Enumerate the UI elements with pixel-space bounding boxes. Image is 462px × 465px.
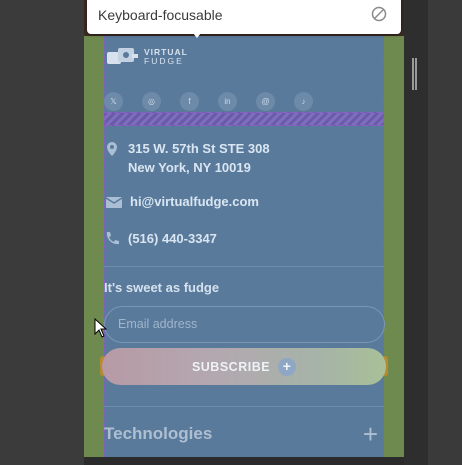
left-gutter bbox=[0, 0, 84, 465]
outline-right bbox=[383, 36, 384, 457]
page-viewport: VIRTUAL FUDGE 𝕏 ◎ f in @ ♪ 315 W. 57th S… bbox=[84, 0, 404, 457]
accessibility-tooltip: Keyboard-focusable bbox=[87, 0, 401, 38]
accordion-title: Technologies bbox=[104, 424, 213, 443]
linkedin-icon[interactable]: in bbox=[218, 92, 237, 111]
location-pin-icon bbox=[107, 142, 117, 156]
address-line2: New York, NY 10019 bbox=[128, 160, 251, 175]
social-links: 𝕏 ◎ f in @ ♪ bbox=[104, 92, 313, 111]
mail-icon bbox=[105, 197, 122, 208]
bottom-strip bbox=[84, 457, 404, 465]
email-address: hi@virtualfudge.com bbox=[130, 194, 259, 209]
plus-icon[interactable]: + bbox=[363, 421, 378, 447]
logo-line2: FUDGE bbox=[144, 56, 184, 66]
gap-overlay bbox=[104, 112, 384, 126]
instagram-icon[interactable]: ◎ bbox=[142, 92, 161, 111]
facebook-icon[interactable]: f bbox=[180, 92, 199, 111]
divider bbox=[104, 266, 384, 267]
divider bbox=[104, 406, 384, 407]
address-line1: 315 W. 57th St STE 308 bbox=[128, 141, 270, 156]
plus-circle-icon: + bbox=[278, 357, 297, 376]
address[interactable]: 315 W. 57th St STE 308 New York, NY 1001… bbox=[104, 139, 270, 177]
tooltip-arrow bbox=[189, 28, 205, 38]
logo-mark-icon bbox=[107, 48, 138, 64]
padding-overlay-left bbox=[84, 36, 104, 457]
right-panel-edge bbox=[428, 0, 462, 465]
x-icon[interactable]: 𝕏 bbox=[104, 92, 123, 111]
phone-number: (516) 440-3347 bbox=[128, 231, 217, 246]
virtual-fudge-logo[interactable]: VIRTUAL FUDGE bbox=[106, 46, 188, 68]
subscribe-button[interactable]: SUBSCRIBE + bbox=[102, 348, 386, 385]
accordion-technologies[interactable]: Technologies + bbox=[104, 421, 378, 447]
tooltip-text: Keyboard-focusable bbox=[98, 7, 223, 23]
phone-icon bbox=[106, 232, 119, 245]
threads-icon[interactable]: @ bbox=[256, 92, 275, 111]
no-entry-icon bbox=[371, 6, 387, 22]
phone-link[interactable]: (516) 440-3347 bbox=[104, 229, 217, 248]
subscribe-label: SUBSCRIBE bbox=[191, 359, 271, 374]
email-link[interactable]: hi@virtualfudge.com bbox=[104, 192, 259, 211]
tiktok-icon[interactable]: ♪ bbox=[294, 92, 313, 111]
mouse-cursor-icon bbox=[94, 318, 108, 338]
email-input[interactable]: Email address bbox=[104, 306, 385, 343]
padding-overlay-right bbox=[384, 36, 404, 457]
scrollbar-thumb[interactable] bbox=[412, 58, 417, 90]
newsletter-tagline: It's sweet as fudge bbox=[104, 280, 220, 295]
